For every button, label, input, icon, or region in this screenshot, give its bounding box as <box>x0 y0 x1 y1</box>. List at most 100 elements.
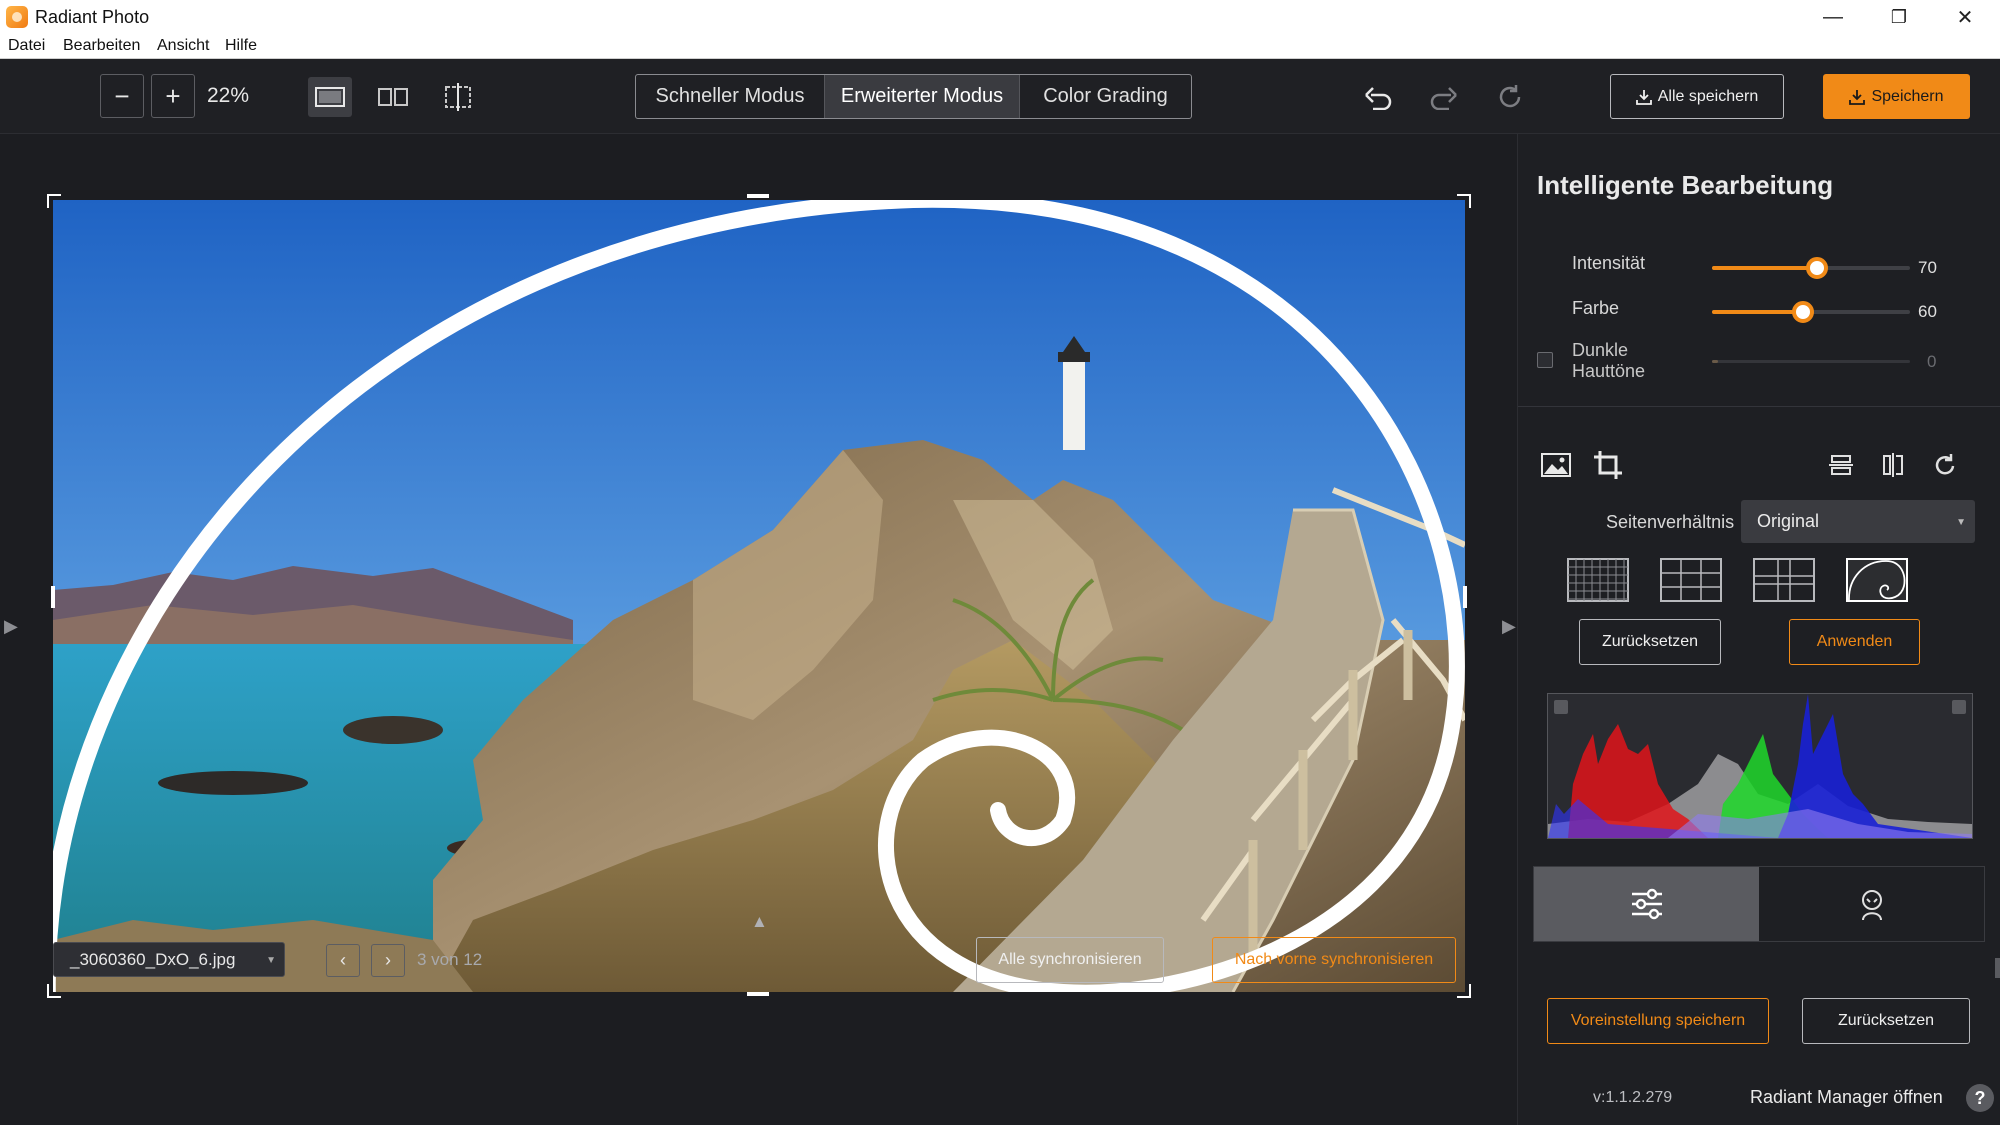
intensity-label: Intensität <box>1572 253 1646 273</box>
save-label: Speichern <box>1871 87 1944 105</box>
single-view-icon[interactable] <box>308 77 352 117</box>
next-image-button[interactable]: › <box>371 944 405 977</box>
file-name: _3060360_DxO_6.jpg <box>70 950 236 969</box>
tab-schneller-modus[interactable]: Schneller Modus <box>636 75 824 118</box>
overlay-golden-spiral-icon[interactable] <box>1846 558 1908 602</box>
lighthouse-photo <box>53 200 1465 992</box>
tab-color-grading[interactable]: Color Grading <box>1020 75 1191 118</box>
sync-forward-button[interactable]: Nach vorne synchronisieren <box>1212 937 1456 983</box>
aspect-ratio-value: Original <box>1757 511 1820 531</box>
sync-all-button[interactable]: Alle synchronisieren <box>976 937 1164 983</box>
sliders-icon <box>1631 888 1662 920</box>
intensity-value: 70 <box>1918 258 1937 277</box>
redo-icon[interactable] <box>1424 79 1464 115</box>
intensity-slider[interactable] <box>1712 257 1910 279</box>
crop-handle-bottom-left[interactable] <box>47 984 61 998</box>
save-preset-button[interactable]: Voreinstellung speichern <box>1547 998 1769 1044</box>
menu-ansicht[interactable]: Ansicht <box>157 37 209 55</box>
flip-vertical-icon[interactable] <box>1823 447 1859 483</box>
color-slider-fill <box>1712 310 1804 314</box>
dark-skin-tones-slider[interactable] <box>1712 360 1910 363</box>
crop-handle-right[interactable] <box>1463 586 1467 608</box>
undo-icon[interactable] <box>1358 79 1398 115</box>
panel-title: Intelligente Bearbeitung <box>1537 170 1834 200</box>
previous-image-button[interactable]: ‹ <box>326 944 360 977</box>
file-select[interactable]: _3060360_DxO_6.jpg ▼ <box>53 942 285 977</box>
rotate-icon[interactable] <box>1927 447 1963 483</box>
crop-reset-button[interactable]: Zurücksetzen <box>1579 619 1721 665</box>
window-title: Radiant Photo <box>35 7 150 27</box>
right-panel: Intelligente Bearbeitung Intensität 70 F… <box>1517 134 2000 1125</box>
flip-horizontal-icon[interactable] <box>1875 447 1911 483</box>
shadow-clipping-toggle[interactable] <box>1554 700 1568 714</box>
collapse-right-arrow-icon[interactable]: ▶ <box>1502 616 1516 637</box>
color-slider-thumb[interactable] <box>1792 301 1815 323</box>
intensity-slider-thumb[interactable] <box>1805 257 1828 279</box>
dark-skin-tones-value: 0 <box>1927 352 1937 371</box>
zoom-value: 22% <box>207 84 250 107</box>
zoom-in-button[interactable]: + <box>151 74 195 118</box>
menu-hilfe[interactable]: Hilfe <box>225 37 257 55</box>
color-label: Farbe <box>1572 298 1620 318</box>
tab-portrait[interactable] <box>1759 867 1984 941</box>
app-logo-icon <box>6 6 28 28</box>
zoom-out-button[interactable]: − <box>100 74 144 118</box>
dark-skin-tones-slider-fill <box>1712 360 1718 363</box>
image-counter: 3 von 12 <box>417 950 483 969</box>
color-value: 60 <box>1918 302 1937 321</box>
crop-handle-left[interactable] <box>51 586 55 608</box>
open-manager-link[interactable]: Radiant Manager öffnen <box>1750 1087 1943 1108</box>
save-all-label: Alle speichern <box>1657 87 1759 105</box>
crop-handle-bottom-right[interactable] <box>1457 984 1471 998</box>
reset-icon[interactable] <box>1490 79 1530 115</box>
caret-down-icon: ▼ <box>1956 517 1966 528</box>
panel-tabs <box>1533 866 1985 942</box>
color-slider[interactable] <box>1712 301 1910 323</box>
intensity-slider-fill <box>1712 266 1817 270</box>
photo-preview[interactable] <box>53 200 1465 992</box>
aspect-ratio-select[interactable]: Original ▼ <box>1741 500 1975 543</box>
crop-icon[interactable] <box>1590 447 1626 483</box>
crop-handle-top-left[interactable] <box>47 194 61 208</box>
dark-skin-tones-checkbox[interactable] <box>1537 352 1553 368</box>
toolbar: − + 22% Schneller Modus Erweiterter Modu… <box>0 59 2000 134</box>
overlay-phi-grid-icon[interactable] <box>1753 558 1815 602</box>
overlay-thirds-grid-icon[interactable] <box>1660 558 1722 602</box>
crop-handle-bottom[interactable] <box>747 992 769 996</box>
side-by-side-view-icon[interactable] <box>371 77 415 117</box>
overlay-fine-grid-icon[interactable] <box>1567 558 1629 602</box>
reset-adjustments-button[interactable]: Zurücksetzen <box>1802 998 1970 1044</box>
histogram <box>1547 693 1973 839</box>
tab-adjustments[interactable] <box>1534 867 1759 941</box>
tab-erweiterter-modus[interactable]: Erweiterter Modus <box>824 75 1020 118</box>
download-icon <box>1849 89 1866 105</box>
title-bar: Radiant Photo — ❐ ✕ <box>0 0 2000 34</box>
face-retouch-icon <box>1861 890 1882 921</box>
highlight-clipping-toggle[interactable] <box>1952 700 1966 714</box>
help-icon[interactable]: ? <box>1966 1084 1994 1112</box>
collapse-left-arrow-icon[interactable]: ▶ <box>4 616 18 637</box>
save-all-button[interactable]: Alle speichern <box>1610 74 1784 119</box>
minimize-button[interactable]: — <box>1800 0 1866 34</box>
split-view-icon[interactable] <box>436 77 480 117</box>
dark-skin-tones-label-line2: Hauttöne <box>1572 361 1646 381</box>
crop-apply-button[interactable]: Anwenden <box>1789 619 1920 665</box>
menu-bar: Datei Bearbeiten Ansicht Hilfe <box>0 34 2000 59</box>
filmstrip-toggle-icon[interactable]: ▲ <box>751 912 768 932</box>
panel-scrollbar[interactable] <box>1995 958 2000 978</box>
menu-datei[interactable]: Datei <box>8 37 45 55</box>
dark-skin-tones-label-line1: Dunkle <box>1572 340 1629 360</box>
image-adjust-icon[interactable] <box>1538 447 1574 483</box>
histogram-graph <box>1548 694 1972 838</box>
version-label: v:1.1.2.279 <box>1593 1089 1673 1106</box>
caret-down-icon: ▼ <box>266 955 276 966</box>
panel-divider <box>1518 406 2000 407</box>
menu-bearbeiten[interactable]: Bearbeiten <box>63 37 140 55</box>
download-icon <box>1635 89 1652 105</box>
save-button[interactable]: Speichern <box>1823 74 1970 119</box>
close-button[interactable]: ✕ <box>1932 0 1998 34</box>
crop-handle-top[interactable] <box>747 194 769 198</box>
maximize-button[interactable]: ❐ <box>1866 0 1932 34</box>
mode-switcher: Schneller Modus Erweiterter Modus Color … <box>635 74 1192 119</box>
crop-handle-top-right[interactable] <box>1457 194 1471 208</box>
